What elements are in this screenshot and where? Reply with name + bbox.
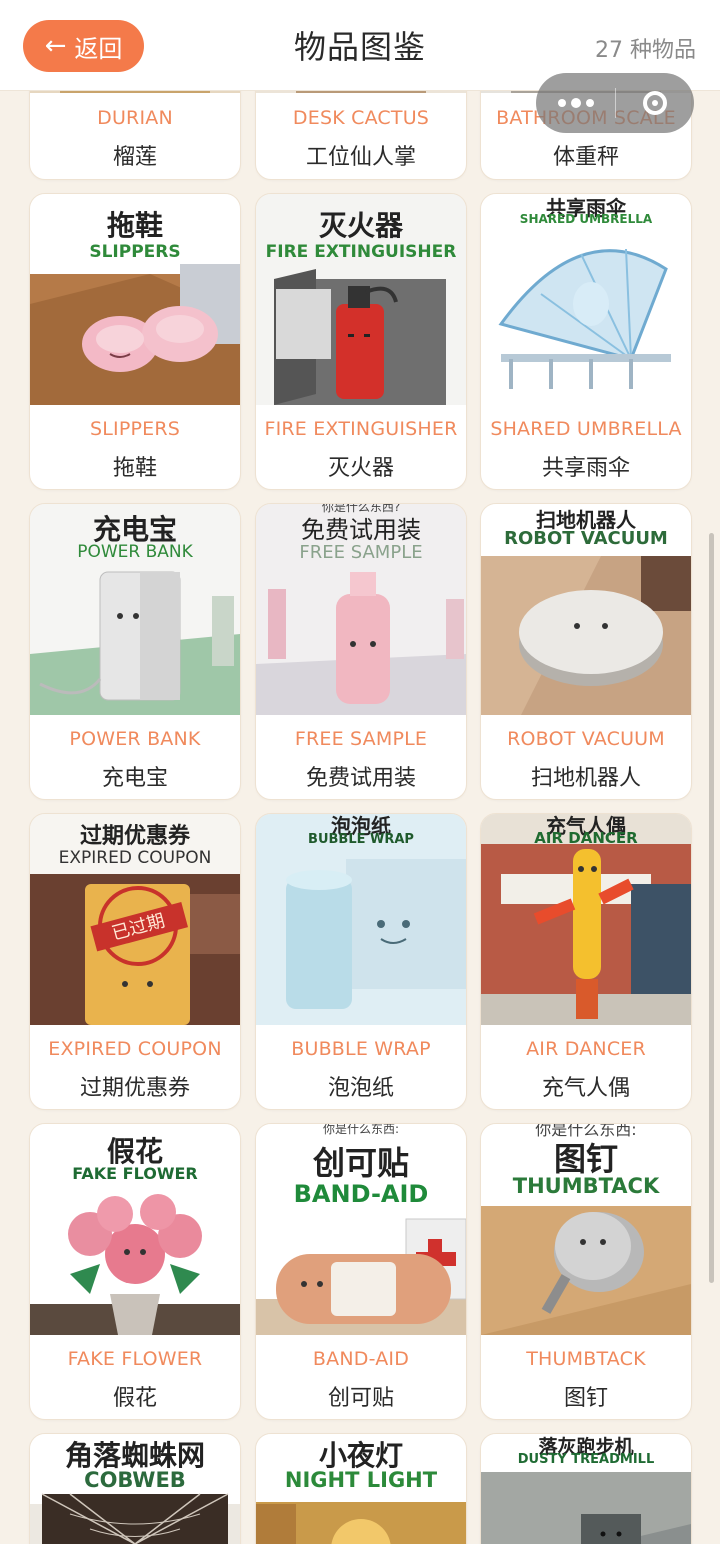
- item-image: 充气人偶 AIR DANCER: [481, 814, 691, 1025]
- item-card-cobweb[interactable]: 角落蜘蛛网 COBWEB: [29, 1433, 241, 1544]
- item-card-fire-extinguisher[interactable]: 灭火器 FIRE EXTINGUISHER FIRE EXTINGUISHER …: [255, 193, 467, 490]
- close-miniprogram-icon[interactable]: [616, 91, 694, 115]
- more-menu-icon[interactable]: [536, 98, 615, 108]
- art-caption: 你是什么东西:: [322, 1124, 400, 1136]
- art-title-en: SLIPPERS: [89, 242, 181, 262]
- item-en-label: AIR DANCER: [526, 1038, 646, 1060]
- item-en-label: BUBBLE WRAP: [291, 1038, 431, 1060]
- item-card-expired-coupon[interactable]: 已过期 过期优惠券 EXPIRED COUPON EXPIRED COUPON …: [29, 813, 241, 1110]
- item-card-fake-flower[interactable]: 假花 FAKE FLOWER FAKE FLOWER 假花: [29, 1123, 241, 1420]
- item-en-label: SHARED UMBRELLA: [490, 418, 682, 440]
- miniprogram-capsule: [536, 73, 694, 133]
- item-en-label: THUMBTACK: [526, 1348, 646, 1370]
- item-image: 角落蜘蛛网 COBWEB: [30, 1434, 240, 1544]
- item-image: 充电宝 POWER BANK: [30, 504, 240, 715]
- item-zh-label: 免费试用装: [305, 766, 416, 791]
- art-title-zh: 拖鞋: [106, 209, 163, 242]
- art-title-zh: 过期优惠券: [79, 824, 190, 849]
- item-card-bubble-wrap[interactable]: 泡泡纸 BUBBLE WRAP BUBBLE WRAP 泡泡纸: [255, 813, 467, 1110]
- item-en-label: BAND-AID: [312, 1348, 410, 1370]
- art-title-en: FIRE EXTINGUISHER: [265, 242, 457, 262]
- item-zh-label: 灭火器: [327, 456, 394, 481]
- item-card-shared-umbrella[interactable]: 共享雨伞 SHARED UMBRELLA SHARED UMBRELLA 共享雨…: [480, 193, 692, 490]
- art-title-en: FREE SAMPLE: [299, 542, 423, 563]
- art-title-en: BAND-AID: [293, 1180, 429, 1208]
- item-card-robot-vacuum[interactable]: 扫地机器人 ROBOT VACUUM ROBOT VACUUM 扫地机器人: [480, 503, 692, 800]
- item-en-label: DESK CACTUS: [292, 107, 430, 129]
- item-card-band-aid[interactable]: 你是什么东西: 创可贴 BAND-AID BAND-AID 创可贴: [255, 1123, 467, 1420]
- art-title-en: SHARED UMBRELLA: [519, 212, 653, 226]
- art-title-zh: 创可贴: [312, 1144, 409, 1182]
- art-title-zh: 灭火器: [318, 209, 403, 242]
- item-zh-label: 充电宝: [101, 766, 168, 791]
- item-card-slippers[interactable]: 拖鞋 SLIPPERS SLIPPERS 拖鞋: [29, 193, 241, 490]
- art-title-en: ROBOT VACUUM: [504, 528, 668, 549]
- item-en-label: SLIPPERS: [89, 418, 181, 440]
- item-image: 灭火器 FIRE EXTINGUISHER: [256, 194, 466, 405]
- item-image: 共享雨伞 SHARED UMBRELLA: [481, 194, 691, 405]
- item-zh-label: 榴莲: [112, 145, 157, 170]
- item-image: 已过期 过期优惠券 EXPIRED COUPON: [30, 814, 240, 1025]
- item-zh-label: 拖鞋: [112, 456, 157, 481]
- art-title-en: EXPIRED COUPON: [58, 848, 212, 868]
- item-card-free-sample[interactable]: 你是什么东西? 免费试用装 FREE SAMPLE FREE SAMPLE 免费…: [255, 503, 467, 800]
- item-en-label: DURIAN: [97, 107, 173, 129]
- item-zh-label: 体重秤: [552, 145, 619, 170]
- item-image: 你是什么东西: 图钉 THUMBTACK: [481, 1124, 691, 1335]
- art-title-en: THUMBTACK: [512, 1174, 660, 1198]
- art-title-en: POWER BANK: [77, 542, 193, 562]
- item-image: 你是什么东西: 创可贴 BAND-AID: [256, 1124, 466, 1335]
- art-title-en: AIR DANCER: [534, 829, 638, 847]
- item-card-dusty-treadmill[interactable]: 落灰跑步机 DUSTY TREADMILL: [480, 1433, 692, 1544]
- item-en-label: EXPIRED COUPON: [48, 1038, 222, 1060]
- item-image: 拖鞋 SLIPPERS: [30, 194, 240, 405]
- item-zh-label: 工位仙人掌: [305, 145, 416, 170]
- collection-page: ← 返回 物品图鉴 27 种物品 DURIAN 榴莲 DESK CACTUS 工…: [0, 0, 720, 1544]
- art-title-en: BUBBLE WRAP: [308, 832, 414, 847]
- item-zh-label: 图钉: [563, 1386, 608, 1411]
- item-zh-label: 创可贴: [327, 1386, 394, 1411]
- scrollbar[interactable]: [709, 533, 714, 1283]
- item-card-air-dancer[interactable]: 充气人偶 AIR DANCER AIR DANCER 充气人偶: [480, 813, 692, 1110]
- item-image: 小夜灯 NIGHT LIGHT: [256, 1434, 466, 1544]
- art-title-zh: 免费试用装: [301, 516, 421, 544]
- item-card-thumbtack[interactable]: 你是什么东西: 图钉 THUMBTACK THUMBTACK 图钉: [480, 1123, 692, 1420]
- item-card-power-bank[interactable]: 充电宝 POWER BANK POWER BANK 充电宝: [29, 503, 241, 800]
- item-card-night-light[interactable]: 小夜灯 NIGHT LIGHT: [255, 1433, 467, 1544]
- item-image: 扫地机器人 ROBOT VACUUM: [481, 504, 691, 715]
- item-zh-label: 泡泡纸: [327, 1076, 394, 1101]
- item-en-label: FIRE EXTINGUISHER: [264, 418, 458, 440]
- item-zh-label: 共享雨伞: [541, 456, 630, 481]
- item-image: 泡泡纸 BUBBLE WRAP: [256, 814, 466, 1025]
- art-title-en: DUSTY TREADMILL: [517, 1452, 655, 1467]
- item-en-label: FREE SAMPLE: [294, 728, 428, 750]
- item-en-label: POWER BANK: [69, 728, 201, 750]
- art-title-en: FAKE FLOWER: [72, 1164, 198, 1183]
- item-en-label: FAKE FLOWER: [67, 1348, 203, 1370]
- item-zh-label: 充气人偶: [541, 1076, 630, 1101]
- item-image: 你是什么东西? 免费试用装 FREE SAMPLE: [256, 504, 466, 715]
- item-grid: DURIAN 榴莲 DESK CACTUS 工位仙人掌 BATHROOM SCA…: [0, 0, 720, 1544]
- item-count: 27 种物品: [595, 38, 696, 63]
- item-zh-label: 扫地机器人: [530, 766, 641, 791]
- item-image: 落灰跑步机 DUSTY TREADMILL: [481, 1434, 691, 1544]
- art-title-en: NIGHT LIGHT: [284, 1468, 438, 1492]
- item-en-label: ROBOT VACUUM: [507, 728, 665, 750]
- item-zh-label: 过期优惠券: [79, 1076, 190, 1101]
- item-zh-label: 假花: [112, 1386, 157, 1411]
- art-title-en: COBWEB: [84, 1468, 186, 1492]
- item-image: 假花 FAKE FLOWER: [30, 1124, 240, 1335]
